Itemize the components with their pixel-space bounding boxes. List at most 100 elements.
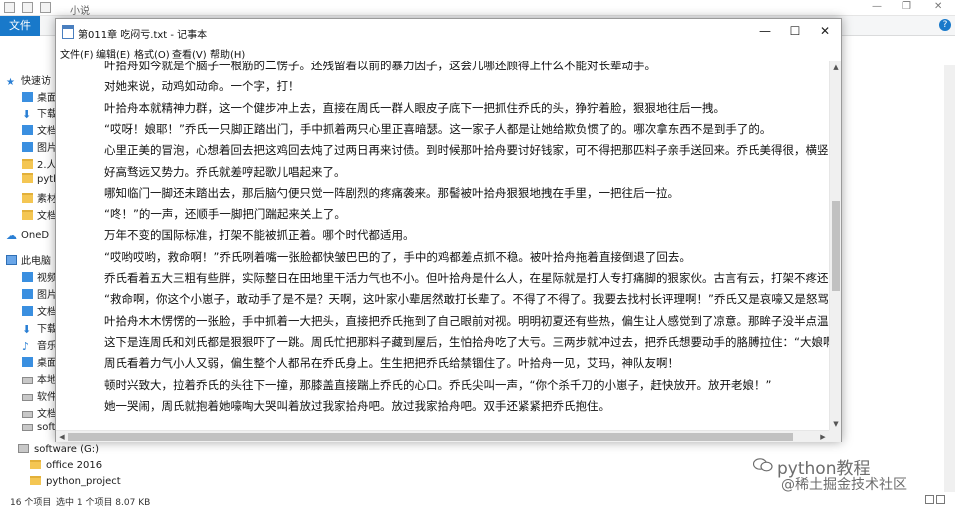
explorer-close-icon[interactable]: ✕: [934, 1, 942, 12]
text-line: 这下是连周氏和刘氏都是狠狠吓了一跳。周氏忙把那料子藏到屋后，生怕拾舟吃了大亏。三…: [104, 334, 829, 349]
folder-icon: [30, 460, 41, 469]
nav-item[interactable]: 本地: [0, 371, 60, 389]
minimize-icon[interactable]: —: [749, 19, 781, 45]
explorer-nav-pane: ★ 快速访 桌面 ⬇ 下载 文档 图片 2.人 pyth 素材 文档 ☁ OneD 此电脑 视频 图片 文档 ⬇ 下…: [0, 65, 60, 492]
quick-access-save-icon[interactable]: [4, 2, 15, 13]
nav-item-label: 文档: [37, 126, 57, 137]
explorer-statusbar: 16 个项目 选中 1 个项目 8.07 KB: [0, 493, 955, 507]
nav-item[interactable]: ⬇ 下载: [0, 320, 60, 338]
menu-file[interactable]: 文件(F): [60, 46, 94, 61]
download-icon: ⬇: [22, 323, 32, 336]
nav-item[interactable]: 图片: [0, 286, 60, 304]
nav-item[interactable]: 此电脑: [0, 252, 60, 270]
help-icon[interactable]: ?: [939, 19, 951, 31]
size-grip[interactable]: [829, 430, 841, 442]
scroll-down-icon[interactable]: ▼: [830, 418, 842, 430]
text-line: “救命啊，你这个小崽子，敢动手了是不是？天啊，这叶家小辈居然敢打长辈了。不得了不…: [104, 292, 829, 307]
menu-format[interactable]: 格式(O): [134, 46, 170, 61]
nav-item-label: 下载: [37, 109, 57, 120]
text-line: 好高骛远又势力。乔氏就差哼起歌儿唱起来了。: [104, 164, 346, 179]
folder-icon: [30, 476, 41, 485]
nav-item-label: 此电脑: [21, 256, 51, 267]
nav-item[interactable]: 软件: [0, 388, 60, 406]
nav-item-label: 视频: [37, 273, 57, 284]
nav-item-label: 素材: [37, 194, 57, 205]
close-icon[interactable]: ✕: [809, 19, 841, 45]
large-icons-view-icon[interactable]: [936, 495, 945, 504]
text-line: 叶拾舟如今就是个脑子一根筋的二愣子。还残留着以前的暴力因子，这会儿哪还顾得上什么…: [104, 61, 656, 72]
menu-edit[interactable]: 编辑(E): [96, 46, 130, 61]
nav-item[interactable]: pyth: [0, 173, 60, 191]
nav-item[interactable]: ⬇ 下载: [0, 105, 60, 123]
picture-icon: [22, 289, 33, 299]
nav-item-label: 快速访: [21, 76, 51, 87]
nav-item-label: 图片: [37, 290, 57, 301]
nav-item-label: OneD: [21, 230, 50, 241]
nav-item[interactable]: 文档: [0, 122, 60, 140]
drive-icon: [22, 424, 33, 431]
nav-item[interactable]: ☁ OneD: [0, 230, 60, 248]
scroll-left-icon[interactable]: ◀: [56, 431, 68, 443]
nav-item[interactable]: ♪ 音乐: [0, 337, 60, 355]
nav-item[interactable]: 文档: [0, 207, 60, 225]
nav-item-label: office 2016: [46, 460, 103, 471]
menu-view[interactable]: 查看(V): [172, 46, 207, 61]
vertical-scrollbar[interactable]: ▲ ▼: [829, 61, 841, 430]
nav-item[interactable]: 素材: [0, 190, 60, 208]
music-icon: ♪: [22, 340, 30, 353]
nav-item[interactable]: 桌面: [0, 354, 60, 372]
view-toggle[interactable]: [923, 495, 947, 505]
quick-access-folder-icon[interactable]: [40, 2, 51, 13]
explorer-nav-lower: software (G:) office 2016 python_project: [0, 444, 200, 492]
notepad-text-area[interactable]: 叶拾舟如今就是个脑子一根筋的二愣子。还残留着以前的暴力因子，这会儿哪还顾得上什么…: [56, 61, 829, 430]
nav-item-label: 文档: [37, 307, 57, 318]
horizontal-scroll-thumb[interactable]: [68, 433, 793, 441]
folder-icon: [22, 159, 33, 169]
drive-icon: [18, 444, 29, 453]
nav-item[interactable]: software (G:): [18, 444, 99, 459]
status-selection: 选中 1 个项目 8.07 KB: [56, 498, 151, 507]
nav-item-label: 下载: [37, 324, 57, 335]
nav-item[interactable]: office 2016: [30, 460, 102, 475]
explorer-titlebar: 小说 — ❐ ✕: [0, 0, 955, 17]
explorer-scrollbar[interactable]: [944, 65, 955, 492]
quick-access-properties-icon[interactable]: [22, 2, 33, 13]
scroll-right-icon[interactable]: ▶: [817, 431, 829, 443]
text-line: 万年不变的国际标准，打架不能被抓正着。哪个时代都适用。: [104, 228, 415, 243]
nav-item-label: 桌面: [37, 358, 57, 369]
horizontal-scrollbar[interactable]: ◀ ▶: [56, 430, 829, 442]
nav-item-label: 图片: [37, 143, 57, 154]
picture-icon: [22, 142, 33, 152]
nav-item[interactable]: 图片: [0, 139, 60, 157]
nav-item-label: soft: [37, 422, 56, 433]
scroll-up-icon[interactable]: ▲: [830, 61, 842, 73]
video-icon: [22, 272, 33, 282]
nav-item[interactable]: 文档: [0, 405, 60, 423]
explorer-minimize-icon[interactable]: —: [872, 1, 882, 12]
vertical-scroll-thumb[interactable]: [832, 201, 840, 291]
nav-item-label: 本地: [37, 375, 57, 386]
nav-item[interactable]: 2.人: [0, 156, 60, 174]
notepad-titlebar[interactable]: 第011章 吃闷亏.txt - 记事本 — ☐ ✕: [56, 19, 841, 45]
menu-help[interactable]: 帮助(H): [210, 46, 245, 61]
maximize-icon[interactable]: ☐: [779, 19, 811, 45]
text-line: 哪知临门一脚还未踏出去，那后脑勺便只觉一阵剧烈的疼痛袭来。那髻被叶拾舟狠狠地拽在…: [104, 185, 679, 200]
document-icon: [22, 306, 33, 316]
notepad-app-icon: [62, 25, 74, 39]
text-line: 顿时兴致大，拉着乔氏的头往下一撞，那膝盖直接踹上乔氏的心口。乔氏尖叫一声，“你个…: [104, 377, 772, 392]
nav-item[interactable]: python_project: [30, 476, 121, 491]
folder-icon: [22, 173, 33, 183]
drive-icon: [22, 411, 33, 418]
nav-item[interactable]: 文档: [0, 303, 60, 321]
nav-item-label: 文档: [37, 409, 57, 420]
nav-item[interactable]: ★ 快速访: [0, 72, 60, 90]
nav-item-label: python_project: [46, 476, 121, 487]
nav-item-label: 2.人: [37, 160, 57, 171]
nav-item[interactable]: soft: [0, 422, 60, 440]
drive-icon: [22, 394, 33, 401]
nav-item[interactable]: 视频: [0, 269, 60, 287]
explorer-maximize-icon[interactable]: ❐: [902, 1, 911, 12]
explorer-file-tab[interactable]: 文件: [0, 16, 40, 36]
star-icon: ★: [6, 77, 15, 88]
details-view-icon[interactable]: [925, 495, 934, 504]
